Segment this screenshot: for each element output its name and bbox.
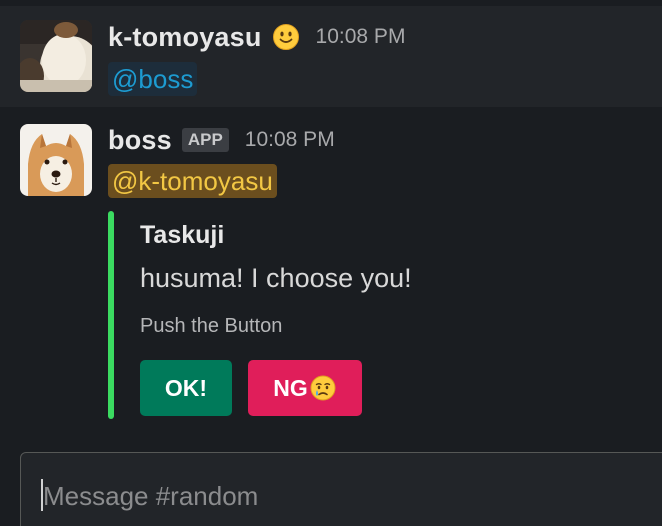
ok-button-label: OK! bbox=[164, 374, 208, 401]
crying-face-icon bbox=[309, 374, 337, 402]
ok-button[interactable]: OK! bbox=[140, 360, 232, 416]
attachment-color-bar bbox=[108, 211, 114, 419]
message-header: k-tomoyasu 10:08 PM bbox=[108, 20, 405, 54]
ng-button[interactable]: NG bbox=[248, 360, 362, 416]
user-mention[interactable]: @boss bbox=[108, 62, 198, 96]
avatar[interactable] bbox=[20, 20, 92, 92]
timestamp[interactable]: 10:08 PM bbox=[245, 128, 335, 152]
message-header: boss APP 10:08 PM bbox=[108, 123, 335, 157]
timestamp[interactable]: 10:08 PM bbox=[316, 25, 406, 49]
attachment-subtext: Push the Button bbox=[140, 315, 283, 337]
message-row[interactable]: boss APP 10:08 PM @k-tomoyasu Taskuji hu… bbox=[0, 107, 662, 437]
username[interactable]: k-tomoyasu bbox=[108, 22, 262, 53]
attachment-text: husuma! I choose you! bbox=[140, 263, 412, 293]
attachment-title: Taskuji bbox=[140, 221, 225, 249]
slack-channel-view: k-tomoyasu 10:08 PM @boss boss APP 10:08… bbox=[0, 0, 662, 526]
ng-button-label: NG bbox=[273, 374, 308, 401]
message-attachment: Taskuji husuma! I choose you! Push the B… bbox=[108, 211, 648, 419]
message-composer[interactable] bbox=[20, 452, 662, 526]
username[interactable]: boss bbox=[108, 125, 172, 156]
app-badge: APP bbox=[181, 128, 229, 152]
user-mention[interactable]: @k-tomoyasu bbox=[108, 164, 277, 198]
avatar[interactable] bbox=[20, 124, 92, 196]
message-row[interactable]: k-tomoyasu 10:08 PM @boss bbox=[0, 6, 662, 107]
message-input[interactable] bbox=[41, 475, 645, 517]
slightly-smiling-face-icon[interactable] bbox=[272, 23, 300, 51]
